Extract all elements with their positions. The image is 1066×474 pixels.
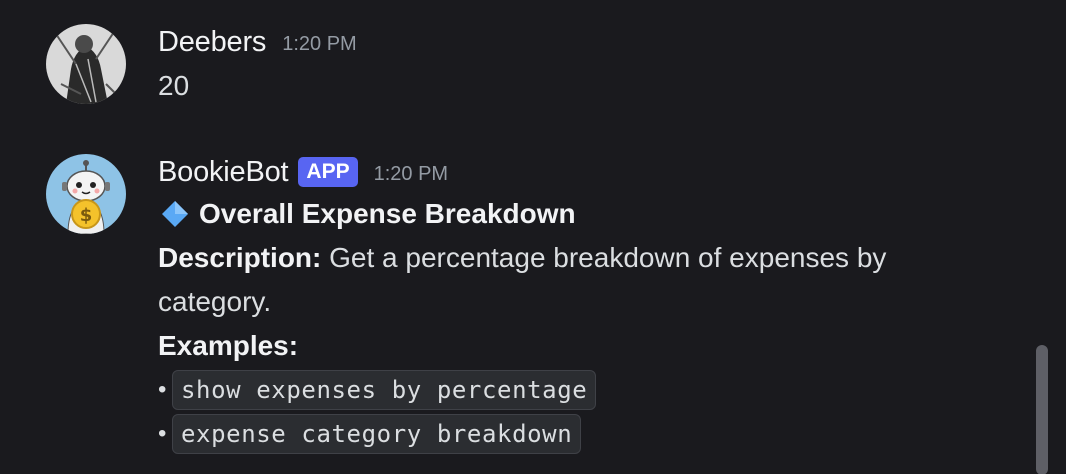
svg-text:$: $ bbox=[80, 205, 93, 226]
bullet-icon: • bbox=[158, 420, 167, 447]
robot-icon: $ bbox=[46, 154, 126, 234]
scrollbar-thumb[interactable] bbox=[1036, 345, 1048, 474]
bullet-icon: • bbox=[158, 376, 167, 403]
embed-title-text: Overall Expense Breakdown bbox=[199, 198, 576, 229]
list-item: • show expenses by percentage bbox=[158, 368, 1026, 412]
code-example[interactable]: show expenses by percentage bbox=[172, 370, 597, 410]
user-avatar[interactable] bbox=[46, 24, 126, 104]
examples-list: • show expenses by percentage • expense … bbox=[158, 368, 1026, 456]
message-text: 20 bbox=[158, 70, 190, 101]
blue-diamond-icon bbox=[162, 201, 188, 227]
username[interactable]: BookieBot bbox=[158, 156, 289, 189]
description-label: Description: bbox=[158, 242, 322, 273]
app-badge: APP bbox=[298, 157, 358, 187]
examples-label: Examples: bbox=[158, 330, 299, 361]
bot-avatar[interactable]: $ bbox=[46, 154, 126, 234]
portrait-icon bbox=[46, 24, 126, 104]
timestamp: 1:20 PM bbox=[282, 32, 357, 55]
code-example[interactable]: expense category breakdown bbox=[172, 414, 582, 454]
description: Description: Get a percentage breakdown … bbox=[158, 236, 948, 324]
chat-messages: Deebers 1:20 PM 20 $ BookieBot APP 1:20 … bbox=[0, 0, 1066, 474]
embed-title: Overall Expense Breakdown bbox=[158, 192, 1026, 236]
timestamp: 1:20 PM bbox=[373, 162, 449, 185]
username[interactable]: Deebers bbox=[158, 26, 266, 59]
list-item: • expense category breakdown bbox=[158, 412, 1026, 456]
